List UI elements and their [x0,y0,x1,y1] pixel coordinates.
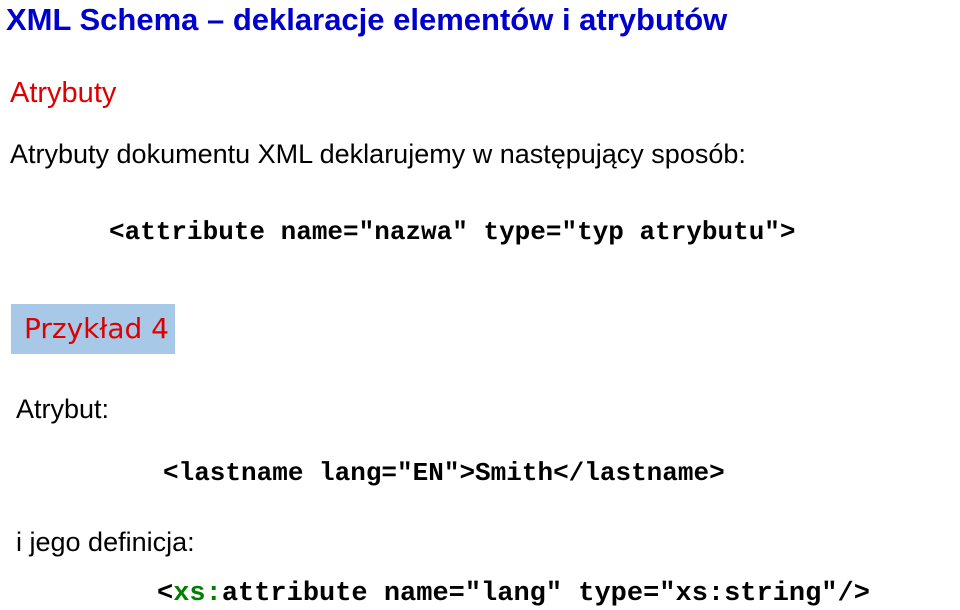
section-heading-atrybuty: Atrybuty [10,77,117,109]
attribute-definition-code: <xs:attribute name="lang" type="xs:strin… [157,578,870,610]
code-rest: attribute name="lang" type="xs:string"/> [221,579,870,609]
code-open-bracket: < [157,579,174,609]
definition-label: i jego definicja: [16,527,195,557]
attribute-syntax-code: <attribute name="nazwa" type="typ atrybu… [109,217,796,247]
example-badge: Przykład 4 [11,304,175,354]
attribute-example-code: <lastname lang="EN">Smith</lastname> [163,458,725,488]
namespace-prefix: xs: [173,579,222,609]
slide-title: XML Schema – deklaracje elementów i atry… [6,2,728,37]
intro-text: Atrybuty dokumentu XML deklarujemy w nas… [10,139,746,169]
attribute-label: Atrybut: [16,394,110,424]
